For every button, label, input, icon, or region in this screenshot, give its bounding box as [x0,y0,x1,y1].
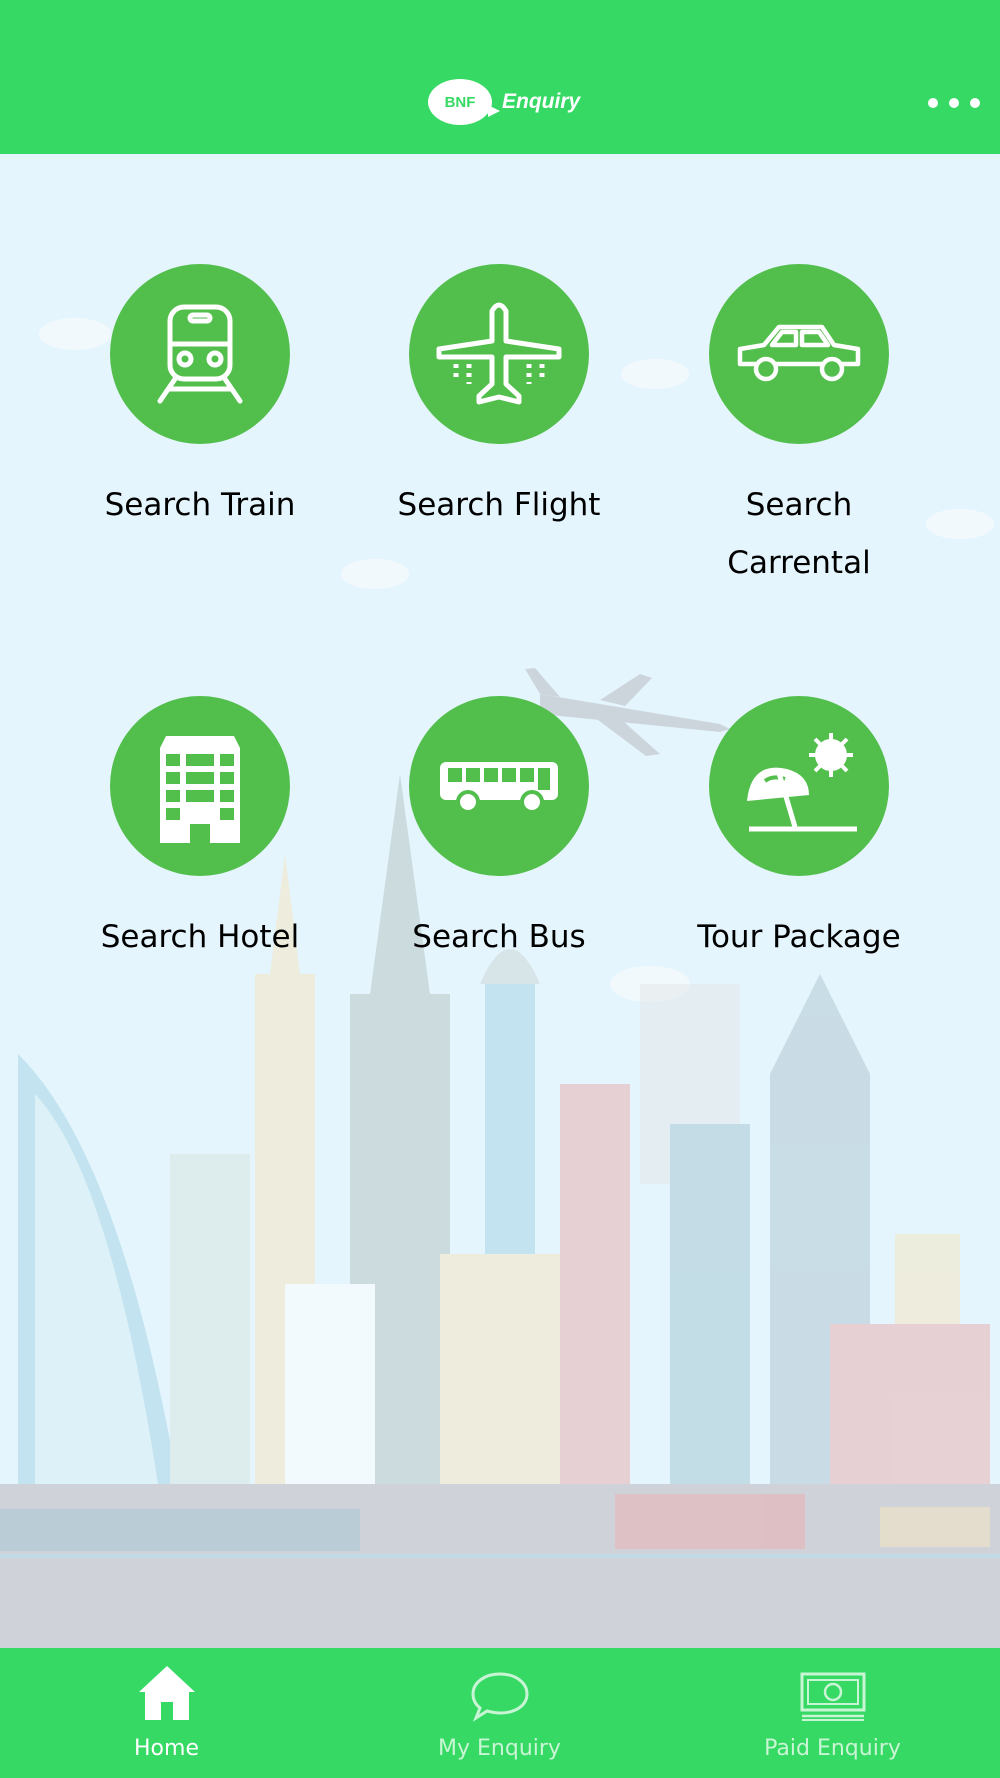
more-horizontal-icon [928,98,938,108]
car-icon [709,264,889,444]
tour-package-label: Tour Package [697,919,901,955]
search-flight-label: Search Flight [397,487,601,523]
app-header: BNF Enquiry [0,0,1000,154]
airplane-icon [409,264,589,444]
chat-bubble-icon [470,1672,529,1722]
search-bus-tile[interactable]: Search Bus [349,696,649,966]
money-icon [800,1672,865,1721]
search-train-tile[interactable]: Search Train [50,264,350,534]
app-logo: BNF Enquiry [428,74,580,130]
search-carrental-tile[interactable]: Search Carrental [649,264,949,592]
nav-home[interactable]: Home [0,1648,333,1778]
nav-paid-enquiry-label: Paid Enquiry [764,1736,901,1761]
nav-my-enquiry-label: My Enquiry [438,1736,561,1761]
search-carrental-label: Search Carrental [727,487,871,581]
beach-umbrella-icon [709,696,889,876]
logo-text: Enquiry [502,90,581,113]
search-flight-tile[interactable]: Search Flight [349,264,649,534]
logo-badge: BNF [444,93,476,111]
train-icon [110,264,290,444]
bus-icon [409,696,589,876]
search-hotel-tile[interactable]: Search Hotel [50,696,350,966]
search-hotel-label: Search Hotel [100,919,300,955]
hotel-icon [110,696,290,876]
tour-package-tile[interactable]: Tour Package [649,696,949,966]
nav-home-label: Home [134,1736,199,1761]
more-menu-button[interactable] [928,92,980,114]
nav-my-enquiry[interactable]: My Enquiry [333,1648,666,1778]
logo-bubble-icon: BNF [428,79,500,125]
home-icon [138,1666,195,1720]
search-bus-label: Search Bus [412,919,586,955]
nav-paid-enquiry[interactable]: Paid Enquiry [666,1648,999,1778]
search-train-label: Search Train [104,487,296,523]
bottom-navigation: Home My Enquiry Paid Enquiry [0,1648,1000,1778]
